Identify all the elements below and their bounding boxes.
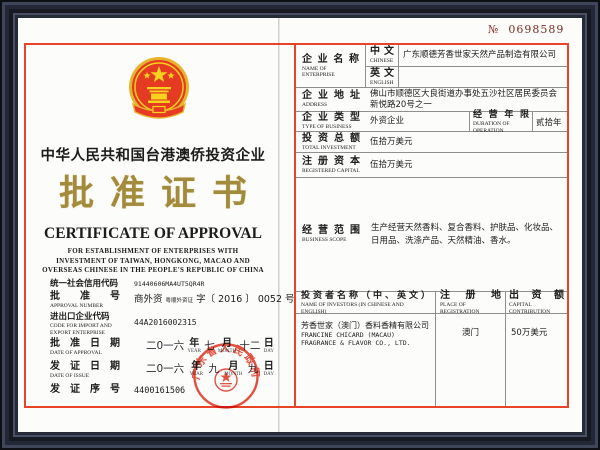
certificate-subtitle-en: FOR ESTABLISHMENT OF ENTERPRISES WITH IN… — [36, 247, 270, 276]
frame-layer: № 0698589 — [15, 15, 585, 435]
seal-emblem-icon — [215, 369, 237, 391]
enterprise-info-table: 企业名称 NAME OF ENTERPRISE 中文 CHINESE 广东顺德芳… — [294, 45, 567, 406]
certificate-title-cn: 批准证书 — [26, 165, 280, 216]
enterprise-name-label: 企业名称 NAME OF ENTERPRISE — [296, 45, 366, 87]
english-label: 英文 ENGLISH — [366, 67, 399, 88]
certificate-heading-cn: 中华人民共和国台港澳侨投资企业 — [26, 144, 280, 165]
frame-layer: № 0698589 — [5, 5, 595, 445]
chinese-label: 中文 CHINESE — [366, 45, 399, 66]
row-total-investment: 投资总额 TOTAL INVESTMENT 伍拾万美元 — [296, 132, 567, 153]
business-type-value: 外资企业 — [366, 112, 469, 131]
approval-number-label: 批准号 APPROVAL NUMBER — [50, 291, 134, 310]
investor-capital-cell: 50万美元 — [506, 314, 567, 406]
day-unit: 日DAY — [264, 361, 274, 378]
picture-frame: № 0698589 — [0, 0, 600, 450]
address-value: 佛山市顺德区大良街道办事处五沙社区居民委员会新悦路20号之一 — [366, 88, 567, 111]
government-seal: 广东省人民政府 — [192, 342, 260, 410]
investor-name-en: FRANCINE CHICARD (MACAU) FRAGRANCE & FLA… — [301, 331, 430, 347]
serial-label: 发证序号 — [50, 384, 134, 396]
credit-code-value: 91440606MA4UT5QR4R — [134, 278, 272, 288]
investors-name-header: 投资者名称（中、英文） NAME OF INVESTORS (IN CHINES… — [296, 292, 436, 313]
name-english-row: 英文 ENGLISH — [366, 67, 567, 88]
name-chinese-row: 中文 CHINESE 广东顺德芳香世家天然产品制造有限公司 — [366, 45, 567, 67]
total-investment-value: 伍拾万美元 — [366, 132, 567, 152]
investor-name-cell: 芳香世家（澳门）香料香精有限公司 FRANCINE CHICARD (MACAU… — [296, 314, 436, 406]
row-investors-header: 投资者名称（中、英文） NAME OF INVESTORS (IN CHINES… — [296, 292, 567, 314]
investor-place-cell: 澳门 — [436, 314, 506, 406]
place-of-registration-header: 注册地 PLACE OF REGISTRATION — [436, 292, 506, 313]
approval-date-label: 批准日期 DATE OF APPROVAL — [50, 338, 134, 357]
enterprise-name-cn: 广东顺德芳香世家天然产品制造有限公司 — [399, 45, 567, 66]
certificate-no-value: 0698589 — [508, 23, 564, 36]
enterprise-name-en — [399, 67, 567, 88]
import-export-value: 44A2016002315 — [134, 311, 272, 327]
subtitle-line: INVESTMENT OF TAIWAN, HONGKONG, MACAO AN… — [36, 257, 270, 267]
certificate-paper: № 0698589 — [18, 18, 582, 432]
certificate-red-border: 中华人民共和国台港澳侨投资企业 批准证书 CERTIFICATE OF APPR… — [24, 43, 569, 408]
field-approval-number: 批准号 APPROVAL NUMBER 商外资 粤顺外资证 字〔 2016 〕 … — [50, 291, 272, 311]
total-investment-label: 投资总额 TOTAL INVESTMENT — [296, 132, 366, 152]
china-national-emblem-icon — [127, 54, 191, 126]
business-type-label: 企业类型 TYPE OF BUSINESS — [296, 112, 366, 131]
issue-date-year: 二0一六 — [146, 361, 184, 376]
frame-layer: № 0698589 — [13, 13, 587, 437]
business-scope-label: 经营范围 BUSINESS SCOPE — [296, 178, 366, 291]
row-business-scope: 经营范围 BUSINESS SCOPE 生产经营天然香料、复合香料、护肤品、化妆… — [296, 178, 567, 292]
subtitle-line: FOR ESTABLISHMENT OF ENTERPRISES WITH — [36, 247, 270, 257]
subtitle-line: OVERSEAS CHINESE IN THE PEOPLE'S REPUBLI… — [36, 266, 270, 276]
frame-layer: № 0698589 — [9, 9, 591, 441]
capital-contribution-header: 出资额 CAPITAL CONTRIBUTION — [506, 292, 567, 313]
certificate-left-page: 中华人民共和国台港澳侨投资企业 批准证书 CERTIFICATE OF APPR… — [26, 45, 280, 406]
approval-date-year: 二0一六 — [146, 338, 184, 353]
certificate-title-en: CERTIFICATE OF APPROVAL — [26, 225, 280, 243]
registered-capital-value: 伍拾万美元 — [366, 153, 567, 177]
approval-no-small: 粤顺外资证 — [166, 298, 194, 304]
frame-layer: № 0698589 — [2, 2, 598, 448]
business-scope-value: 生产经营天然香料、复合香料、护肤品、化妆品、日用品、洗涤产品、天然精油、香水。 — [366, 178, 567, 291]
registered-capital-label: 注册资本 REGISTERED CAPITAL — [296, 153, 366, 177]
approval-no-suffix: 字〔 2016 〕 0052 号 — [196, 294, 294, 305]
approval-number-value: 商外资 粤顺外资证 字〔 2016 〕 0052 号 — [134, 291, 295, 305]
address-label: 企业地址 ADDRESS — [296, 88, 366, 111]
credit-code-label: 统一社会信用代码 — [50, 278, 134, 290]
field-import-export-code: 进出口企业代码 CODE FOR IMPORT AND EXPORT ENTER… — [50, 311, 272, 338]
certificate-no-label: № — [488, 23, 499, 36]
row-enterprise-name: 企业名称 NAME OF ENTERPRISE 中文 CHINESE 广东顺德芳… — [296, 45, 567, 88]
certificate-serial-number: № 0698589 — [488, 23, 564, 36]
row-business-type: 企业类型 TYPE OF BUSINESS 外资企业 经营年限 DURATION… — [296, 112, 567, 132]
day-unit: 日DAY — [264, 338, 274, 355]
duration-label: 经营年限 DURATION OF OPERATION — [469, 112, 533, 131]
row-investor-data: 芳香世家（澳门）香料香精有限公司 FRANCINE CHICARD (MACAU… — [296, 314, 567, 406]
field-credit-code: 统一社会信用代码 91440606MA4UT5QR4R — [50, 278, 272, 291]
import-export-label: 进出口企业代码 CODE FOR IMPORT AND EXPORT ENTER… — [50, 311, 134, 336]
approval-no-prefix: 商外资 — [134, 294, 163, 305]
enterprise-name-values: 中文 CHINESE 广东顺德芳香世家天然产品制造有限公司 英文 ENGLISH — [366, 45, 567, 87]
duration-value: 贰拾年 — [533, 112, 567, 131]
issue-date-label: 发证日期 DATE OF ISSUE — [50, 361, 134, 380]
row-registered-capital: 注册资本 REGISTERED CAPITAL 伍拾万美元 — [296, 153, 567, 178]
investor-name-cn: 芳香世家（澳门）香料香精有限公司 — [301, 321, 430, 331]
